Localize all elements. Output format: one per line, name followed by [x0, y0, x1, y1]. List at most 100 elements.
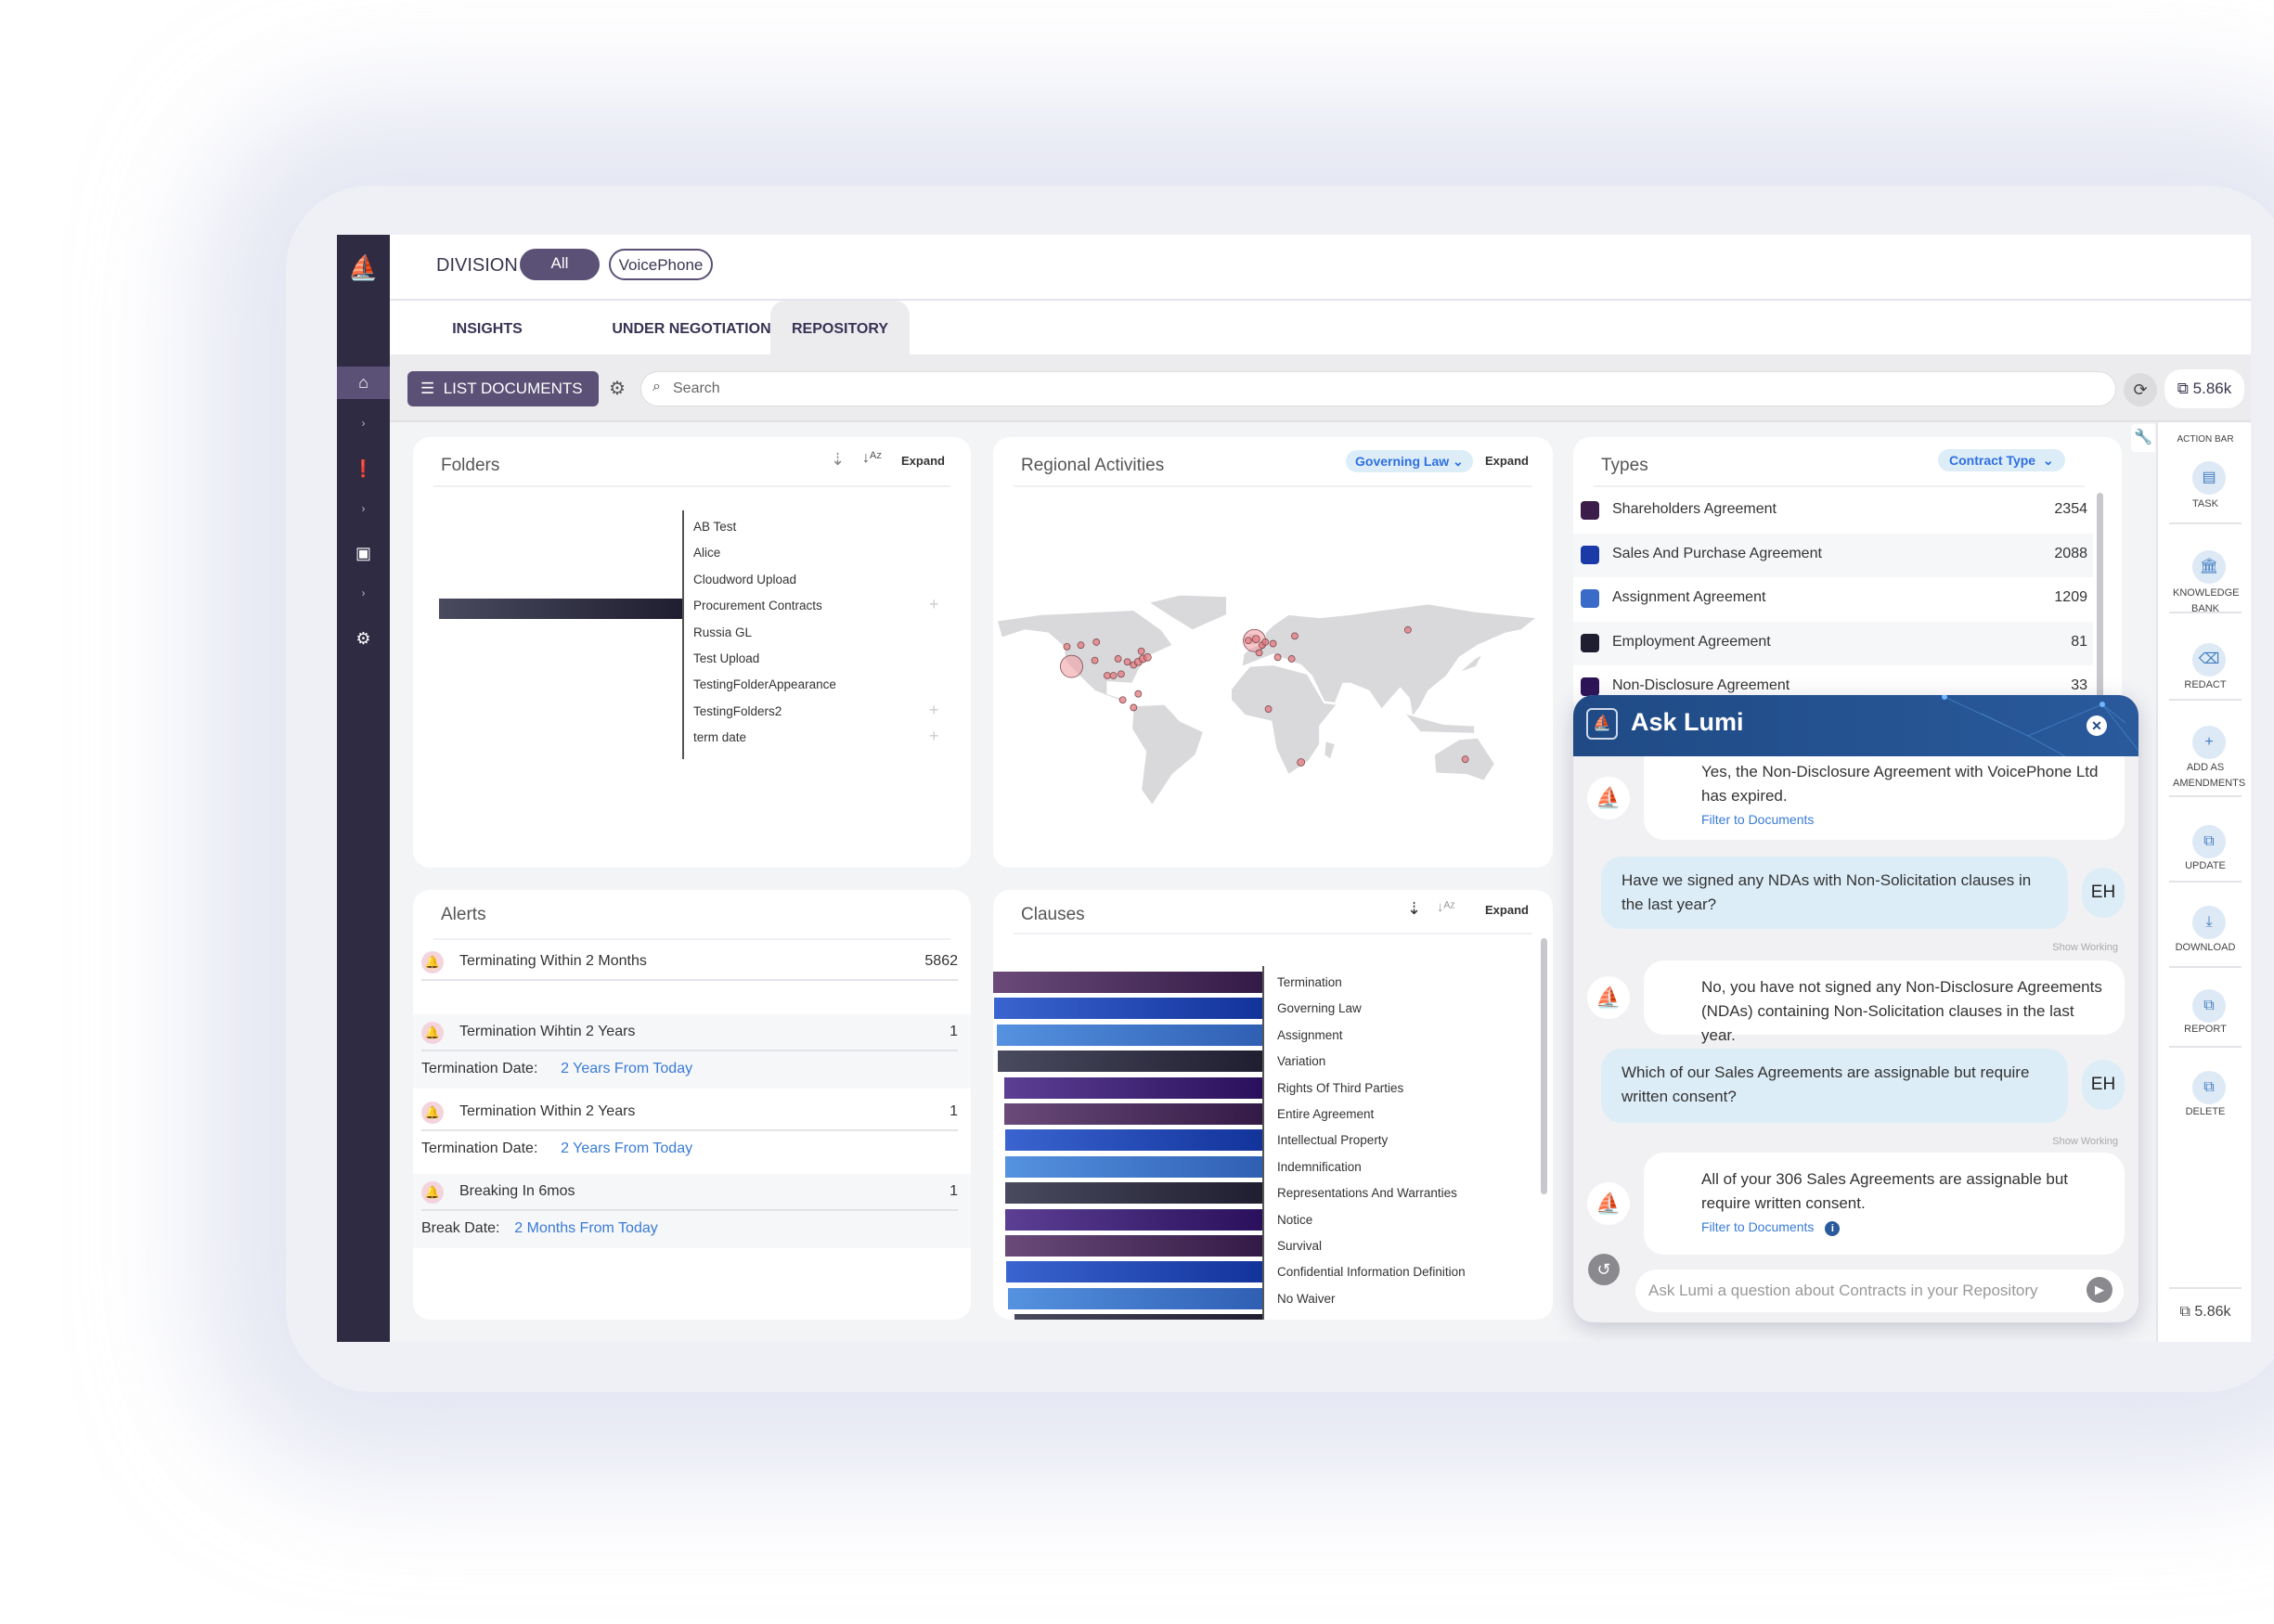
search-input[interactable]: ⌕ Search — [640, 371, 2116, 406]
tab-repository[interactable]: REPOSITORY — [770, 301, 910, 354]
report-icon[interactable]: ⧉ — [2192, 989, 2226, 1023]
clause-bar[interactable] — [1005, 1235, 1262, 1257]
show-working-link[interactable]: Show Working — [2052, 942, 2118, 953]
chevron-right-icon[interactable]: › — [337, 586, 390, 599]
clause-bar[interactable] — [1005, 1208, 1262, 1231]
region-bubble[interactable] — [1109, 672, 1118, 679]
chevron-right-icon[interactable]: › — [337, 417, 390, 430]
division-all-button[interactable]: All — [520, 249, 600, 280]
clause-row[interactable]: Intellectual Property — [993, 1129, 1513, 1154]
settings-icon[interactable]: ⚙ — [337, 629, 390, 649]
calendar-icon[interactable]: ▤ — [2192, 461, 2226, 495]
action-delete-label[interactable]: DELETE — [2158, 1104, 2251, 1120]
region-bubble[interactable] — [1297, 758, 1306, 767]
link-label[interactable]: Filter to Documents — [1701, 812, 1814, 827]
region-bubble[interactable] — [1118, 696, 1127, 704]
clause-bar[interactable] — [993, 972, 1262, 993]
ask-lumi-input[interactable]: Ask Lumi a question about Contracts in y… — [1635, 1270, 2124, 1312]
folder-bar[interactable] — [439, 599, 683, 619]
settings-icon[interactable]: ⚙ — [609, 377, 626, 400]
clause-bar[interactable] — [1014, 1314, 1262, 1320]
region-bubble[interactable] — [1091, 656, 1099, 664]
folder-item[interactable]: TestingFolders2 + — [693, 701, 953, 725]
clause-bar[interactable] — [1005, 1182, 1262, 1205]
region-bubble[interactable] — [1092, 638, 1101, 646]
list-documents-button[interactable]: ☰ LIST DOCUMENTS — [407, 371, 599, 406]
filter-to-documents-link[interactable]: Filter to Documents i — [1701, 1218, 2110, 1236]
close-icon[interactable]: ✕ — [2087, 715, 2107, 736]
clauses-expand-button[interactable]: Expand — [1485, 903, 1529, 917]
clause-bar[interactable] — [1003, 1076, 1262, 1099]
alert-item[interactable]: 🔔 Termination Wihtin 2 Years 1 Termination … — [413, 1014, 971, 1089]
type-row[interactable]: Sales And Purchase Agreement 2088 — [1573, 533, 2093, 577]
region-bubble[interactable] — [1269, 639, 1277, 648]
tab-insights[interactable]: INSIGHTS — [390, 301, 585, 354]
clause-row[interactable]: Entire Agreement — [993, 1103, 1513, 1128]
region-bubble[interactable] — [1251, 635, 1260, 644]
region-bubble[interactable] — [1287, 655, 1296, 663]
sort-by-count-icon[interactable]: ⇣ — [831, 450, 845, 470]
send-icon[interactable]: ▶ — [2087, 1277, 2112, 1303]
region-bubble[interactable] — [1123, 658, 1131, 666]
region-bubble[interactable] — [1255, 649, 1263, 657]
action-add-as-amendments-label[interactable]: ADD AS AMENDMENTS — [2158, 760, 2251, 792]
sort-by-count-icon[interactable]: ⇣ — [1407, 899, 1421, 919]
region-bubble[interactable] — [1114, 655, 1122, 663]
action-download-label[interactable]: DOWNLOAD — [2158, 940, 2251, 956]
delete-icon[interactable]: ⧉ — [2192, 1071, 2226, 1104]
alert-item[interactable]: 🔔 Terminating Within 2 Months 5862 — [413, 944, 971, 996]
clause-bar[interactable] — [1005, 1155, 1262, 1178]
alert-item[interactable]: 🔔 Termination Within 2 Years 1 Termination … — [413, 1094, 971, 1168]
region-bubble[interactable] — [1118, 670, 1125, 678]
folder-item[interactable]: Procurement Contracts + — [693, 595, 953, 619]
region-bubble[interactable] — [1063, 642, 1071, 651]
clause-row[interactable]: Governing Law — [993, 998, 1513, 1022]
region-bubble[interactable] — [1130, 703, 1138, 712]
plus-icon[interactable]: + — [2192, 726, 2226, 759]
filter-to-documents-link[interactable]: Filter to Documents — [1701, 810, 2110, 829]
home-icon[interactable]: ⌂ — [337, 367, 390, 399]
scrollbar[interactable] — [2097, 493, 2103, 715]
clause-row[interactable]: Indemnification — [993, 1155, 1513, 1180]
clause-bar[interactable] — [1004, 1103, 1262, 1125]
clause-row[interactable]: Notice — [993, 1208, 1513, 1233]
clause-bar[interactable] — [1007, 1287, 1262, 1309]
folder-item[interactable]: term date + — [693, 727, 953, 751]
region-bubble[interactable] — [1060, 654, 1083, 678]
clause-row[interactable]: Termination — [993, 972, 1513, 996]
refresh-icon[interactable]: ⟳ — [2124, 373, 2157, 406]
wrench-icon[interactable]: 🔧 — [2131, 424, 2155, 452]
clause-bar[interactable] — [997, 1024, 1262, 1046]
division-voicephone-button[interactable]: VoicePhone — [609, 249, 713, 280]
clause-row[interactable]: Assignment — [993, 1024, 1513, 1049]
alert-icon[interactable]: ❗ — [337, 459, 390, 479]
region-bubble[interactable] — [1077, 641, 1085, 650]
alert-date-link[interactable]: 2 Years From Today — [561, 1061, 692, 1077]
clause-row[interactable]: Rights Of Third Parties — [993, 1076, 1513, 1102]
type-row[interactable]: Assignment Agreement 1209 — [1573, 577, 2093, 621]
clause-row[interactable]: No Waiver — [993, 1287, 1513, 1312]
action-report-label[interactable]: REPORT — [2158, 1022, 2251, 1038]
action-update-label[interactable]: UPDATE — [2158, 858, 2251, 874]
folder-item[interactable]: Alice — [693, 542, 953, 566]
clause-row[interactable]: Variation — [993, 1050, 1513, 1075]
alert-date-link[interactable]: 2 Months From Today — [514, 1220, 657, 1237]
eraser-icon[interactable]: ⌫ — [2192, 643, 2226, 677]
region-bubble[interactable] — [1264, 705, 1273, 713]
region-bubble[interactable] — [1137, 647, 1145, 655]
folder-item[interactable]: Test Upload — [693, 648, 953, 672]
expand-plus-icon[interactable]: + — [929, 727, 939, 746]
folder-item[interactable]: Cloudword Upload — [693, 569, 953, 593]
contract-type-dropdown[interactable]: Contract Type ⌄ — [1938, 449, 2065, 471]
folder-item[interactable]: TestingFolderAppearance — [693, 674, 953, 698]
region-bubble[interactable] — [1403, 625, 1412, 634]
sort-alpha-icon[interactable]: ↓ᴬᶻ — [1437, 899, 1455, 915]
folder-item[interactable]: AB Test — [693, 516, 953, 540]
clause-row[interactable]: Confidentiality — [993, 1314, 1513, 1320]
clause-bar[interactable] — [993, 998, 1262, 1020]
chevron-right-icon[interactable]: › — [337, 502, 390, 515]
folders-expand-button[interactable]: Expand — [901, 454, 945, 468]
clause-row[interactable]: Representations And Warranties — [993, 1182, 1513, 1206]
clause-bar[interactable] — [998, 1050, 1262, 1073]
sort-alpha-icon[interactable]: ↓ᴬᶻ — [862, 450, 882, 467]
